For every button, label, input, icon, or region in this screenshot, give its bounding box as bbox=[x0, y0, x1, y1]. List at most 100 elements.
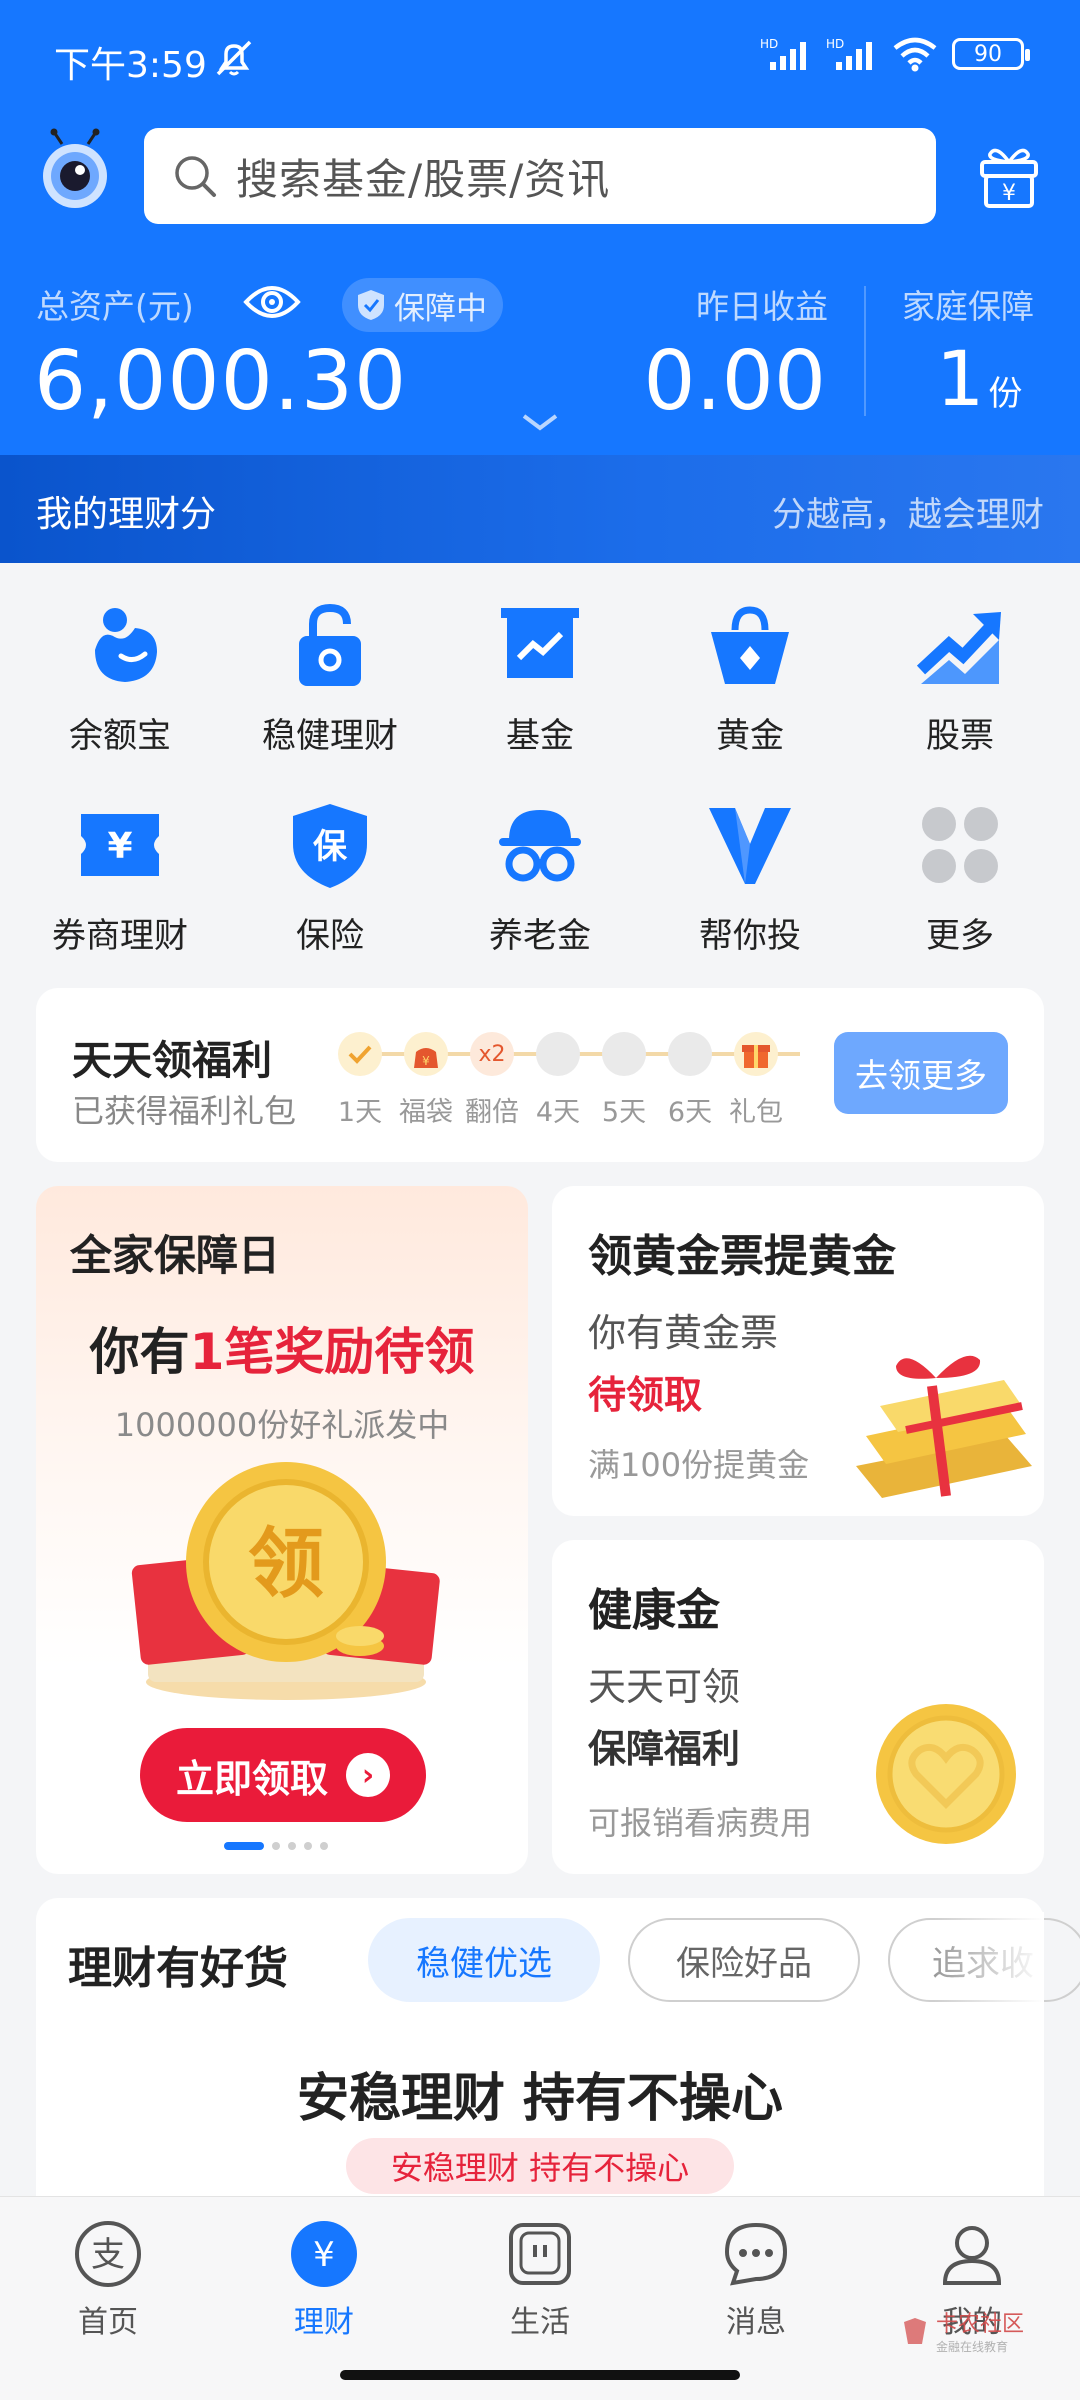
signal-hd-icon: HD bbox=[826, 37, 872, 70]
goods-tag-pill: 安稳理财 持有不操心 bbox=[346, 2138, 734, 2194]
grid-label: 稳健理财 bbox=[262, 716, 398, 756]
wealth-score-bar[interactable]: 我的理财分 分越高，越会理财 bbox=[0, 455, 1080, 563]
status-right-group: HD HD 90 bbox=[760, 36, 1030, 72]
insurance-shield-icon: 保 bbox=[293, 804, 367, 888]
daily-welfare-card[interactable]: 天天领福利 已获得福利礼包 ¥ x2 1天 福袋 翻倍 4天 5天 6天 礼包 … bbox=[36, 988, 1044, 1162]
grid-item-fund[interactable]: 基金 bbox=[435, 600, 645, 800]
claim-now-button[interactable]: 立即领取 › bbox=[140, 1728, 426, 1822]
headline-highlight: 1笔奖励待领 bbox=[189, 1323, 475, 1381]
step-label: 礼包 bbox=[729, 1097, 783, 1128]
grid-row: 余额宝 稳健理财 基金 黄金 股票 bbox=[0, 600, 1080, 800]
v-logo-icon bbox=[709, 808, 791, 884]
step-label: 翻倍 bbox=[465, 1097, 519, 1128]
family-protection-value[interactable]: 1份 bbox=[936, 334, 1022, 423]
promo-highlight: 待领取 bbox=[588, 1373, 703, 1417]
svg-text:支: 支 bbox=[91, 2235, 125, 2275]
tab-messages[interactable]: 消息 bbox=[648, 2219, 864, 2341]
svg-text:¥: ¥ bbox=[422, 1054, 430, 1068]
watermark-title: 卡农社区 bbox=[936, 2312, 1025, 2337]
message-bubble-icon bbox=[724, 2222, 788, 2286]
promo-line: 你有黄金票 bbox=[588, 1311, 779, 1355]
grid-item-insurance[interactable]: 保 保险 bbox=[225, 800, 435, 1000]
grid-item-steady-wealth[interactable]: 稳健理财 bbox=[225, 600, 435, 800]
grid-item-more[interactable]: 更多 bbox=[855, 800, 1065, 1000]
life-icon bbox=[509, 2223, 571, 2285]
chevron-down-icon[interactable] bbox=[520, 412, 560, 434]
grid-item-stock[interactable]: 股票 bbox=[855, 600, 1065, 800]
tab-steady-picks[interactable]: 稳健优选 bbox=[368, 1918, 600, 2002]
family-protection-promo[interactable]: 全家保障日 你有1笔奖励待领 1000000份好礼派发中 领 立即领取 › bbox=[36, 1186, 528, 1874]
tab-label: 消息 bbox=[726, 2305, 786, 2340]
heart-coin-icon bbox=[876, 1704, 1016, 1844]
family-protection-label: 家庭保障 bbox=[902, 287, 1034, 326]
search-icon bbox=[175, 156, 216, 197]
carousel-dot-active bbox=[224, 1842, 264, 1850]
carousel-dot bbox=[320, 1842, 328, 1850]
claim-more-button[interactable]: 去领更多 bbox=[834, 1032, 1008, 1114]
tab-wealth[interactable]: ¥ 理财 bbox=[216, 2219, 432, 2341]
status-bar: 下午3:59 HD HD 90 bbox=[0, 0, 1080, 118]
header-divider bbox=[864, 286, 866, 416]
grid-label: 券商理财 bbox=[52, 916, 188, 956]
yesterday-earnings-value: 0.00 bbox=[643, 334, 826, 429]
grid-label: 保险 bbox=[296, 916, 364, 956]
eye-toggle-icon[interactable] bbox=[242, 280, 302, 324]
signal-hd-icon: HD bbox=[760, 37, 806, 70]
mascot-avatar-icon[interactable] bbox=[36, 128, 114, 210]
promo-note: 可报销看病费用 bbox=[588, 1804, 813, 1842]
lock-icon bbox=[299, 603, 361, 686]
tab-label: 生活 bbox=[510, 2305, 570, 2340]
section-title: 理财有好货 bbox=[68, 1943, 288, 1994]
tab-label: 首页 bbox=[78, 2305, 138, 2340]
total-assets-value: 6,000.30 bbox=[34, 334, 408, 429]
battery-indicator: 90 bbox=[952, 38, 1030, 70]
shield-check-icon bbox=[358, 290, 384, 320]
promo-subtitle: 1000000份好礼派发中 bbox=[114, 1406, 450, 1444]
carousel-dot bbox=[272, 1842, 280, 1850]
grid-label: 余额宝 bbox=[69, 716, 171, 756]
svg-text:¥: ¥ bbox=[1002, 181, 1016, 206]
grid-item-pension[interactable]: 养老金 bbox=[435, 800, 645, 1000]
gold-bars-gift-icon bbox=[856, 1355, 1032, 1498]
step-dot bbox=[602, 1032, 646, 1076]
ticket-yen-icon: ¥ bbox=[81, 814, 159, 876]
watermark-text: 卡农社区 金融在线教育 bbox=[936, 2306, 1024, 2355]
health-fund-promo[interactable]: 健康金 天天可领 保障福利 可报销看病费用 bbox=[552, 1540, 1044, 1874]
family-count: 1 bbox=[936, 334, 985, 423]
grid-label: 养老金 bbox=[489, 916, 591, 956]
alipay-home-icon: 支 bbox=[75, 2221, 141, 2287]
person-icon bbox=[942, 2226, 1002, 2285]
more-grid-icon bbox=[922, 807, 998, 883]
grid-item-gold[interactable]: 黄金 bbox=[645, 600, 855, 800]
search-bar[interactable]: 搜索基金/股票/资讯 bbox=[144, 128, 936, 224]
wealth-score-hint: 分越高，越会理财 bbox=[772, 495, 1044, 535]
pension-glasses-icon bbox=[499, 810, 581, 882]
bell-muted-icon bbox=[216, 40, 252, 76]
welfare-progress: ¥ x2 1天 福袋 翻倍 4天 5天 6天 礼包 bbox=[338, 1032, 838, 1132]
step-dot bbox=[536, 1032, 580, 1076]
grid-item-help-invest[interactable]: 帮你投 bbox=[645, 800, 855, 1000]
home-indicator[interactable] bbox=[340, 2370, 740, 2380]
tab-life[interactable]: 生活 bbox=[432, 2219, 648, 2341]
grid-item-broker-wealth[interactable]: ¥ 券商理财 bbox=[15, 800, 225, 1000]
svg-text:¥: ¥ bbox=[313, 2235, 335, 2275]
gold-ticket-promo[interactable]: 领黄金票提黄金 你有黄金票 待领取 满100份提黄金 bbox=[552, 1186, 1044, 1516]
promo-title: 领黄金票提黄金 bbox=[588, 1231, 896, 1282]
protect-status-badge[interactable]: 保障中 bbox=[342, 278, 503, 332]
grid-label: 帮你投 bbox=[699, 916, 801, 956]
tab-home[interactable]: 支 首页 bbox=[0, 2219, 216, 2341]
gift-yen-icon[interactable]: ¥ bbox=[974, 140, 1044, 210]
header: 下午3:59 HD HD 90 搜索基金/股票/资讯 ¥ 总资产(元) 保障中 … bbox=[0, 0, 1080, 455]
grid-label: 基金 bbox=[506, 716, 574, 756]
step-check-icon bbox=[338, 1032, 382, 1076]
gold-bag-icon bbox=[711, 606, 789, 684]
carousel-dot bbox=[288, 1842, 296, 1850]
step-label: 福袋 bbox=[399, 1097, 453, 1128]
total-assets-label: 总资产(元) bbox=[36, 287, 194, 326]
tab-label: 理财 bbox=[294, 2305, 354, 2340]
promo-line-bold: 保障福利 bbox=[588, 1727, 741, 1771]
tab-insurance-picks[interactable]: 保险好品 bbox=[628, 1918, 860, 2002]
chevron-right-icon: › bbox=[346, 1753, 390, 1797]
yuebao-icon bbox=[95, 608, 157, 682]
grid-item-yuebao[interactable]: 余额宝 bbox=[15, 600, 225, 800]
